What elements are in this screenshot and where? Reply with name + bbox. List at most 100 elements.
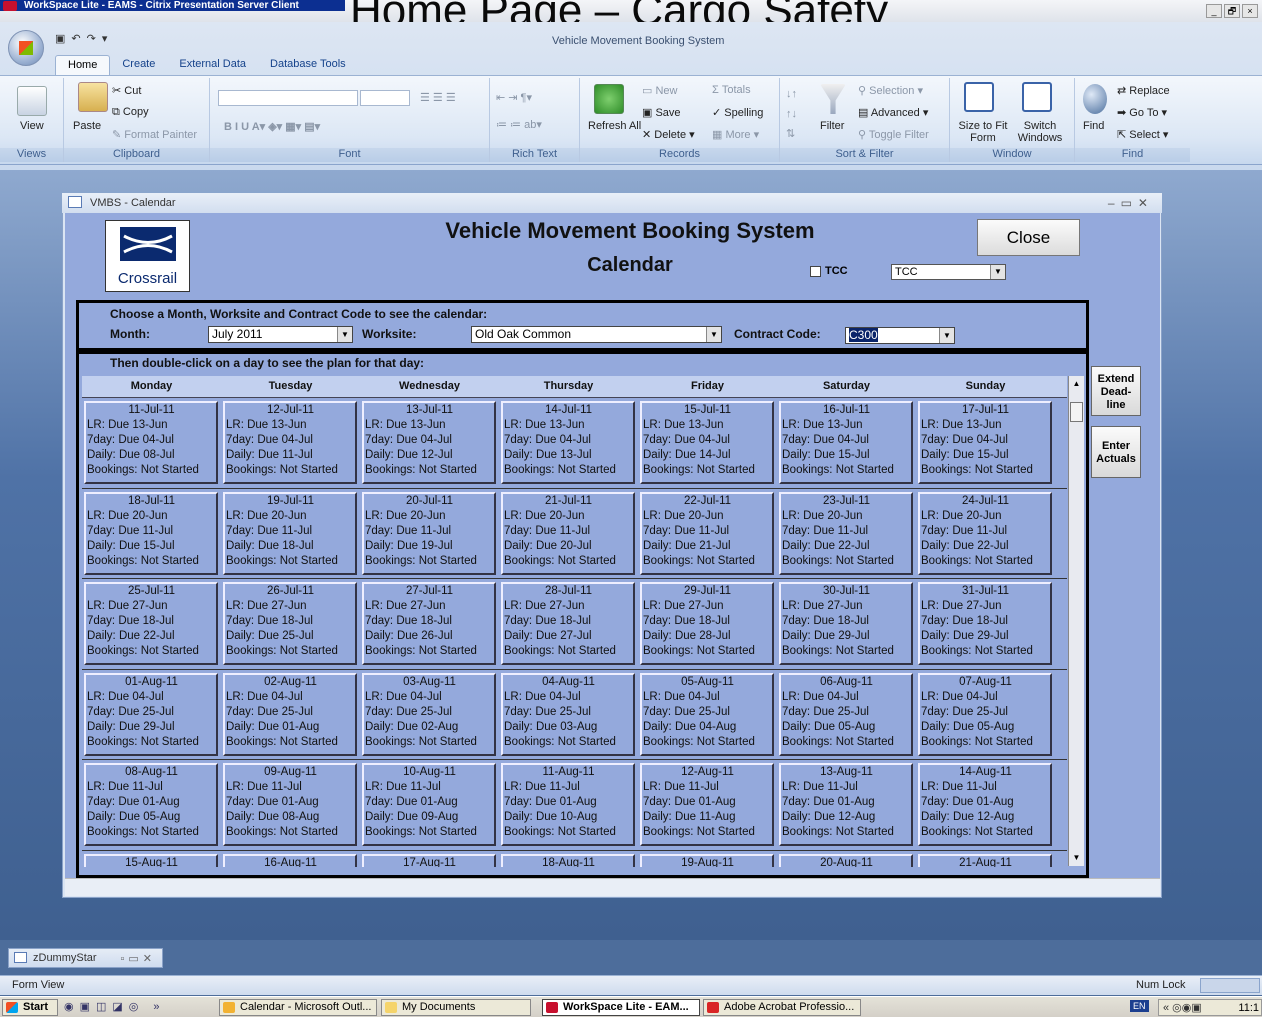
format-painter-button[interactable]: ✎ Format Painter: [112, 128, 197, 141]
save-icon[interactable]: ▣: [55, 32, 65, 50]
minimize-button[interactable]: _: [1206, 4, 1222, 18]
scroll-thumb[interactable]: [1070, 402, 1083, 422]
calendar-day-cell[interactable]: 01-Aug-11 LR: Due 04-Jul 7day: Due 25-Jul D…: [84, 673, 218, 756]
calendar-day-cell[interactable]: 20-Aug-11: [779, 854, 913, 867]
goto-button[interactable]: ➡ Go To ▾: [1117, 106, 1167, 119]
calendar-day-cell[interactable]: 03-Aug-11 LR: Due 04-Jul 7day: Due 25-Jul D…: [362, 673, 496, 756]
tab-database-tools[interactable]: Database Tools: [258, 55, 358, 75]
zdummystar-window[interactable]: zDummyStar ▫▭✕: [8, 948, 163, 968]
calendar-day-cell[interactable]: 12-Jul-11 LR: Due 13-Jun 7day: Due 04-Jul D…: [223, 401, 357, 484]
calendar-day-cell[interactable]: 24-Jul-11 LR: Due 20-Jun 7day: Due 11-Jul D…: [918, 492, 1052, 575]
enter-actuals-button[interactable]: Enter Actuals: [1091, 426, 1141, 478]
tcc-checkbox[interactable]: TCC: [810, 265, 848, 277]
tab-create[interactable]: Create: [110, 55, 167, 75]
more-button[interactable]: ▦ More ▾: [712, 128, 759, 141]
calendar-day-cell[interactable]: 13-Aug-11 LR: Due 11-Jul 7day: Due 01-Aug D…: [779, 763, 913, 846]
chevron-down-icon[interactable]: ▼: [706, 327, 721, 342]
calendar-day-cell[interactable]: 29-Jul-11 LR: Due 27-Jun 7day: Due 18-Jul D…: [640, 582, 774, 665]
calendar-day-cell[interactable]: 21-Jul-11 LR: Due 20-Jun 7day: Due 11-Jul D…: [501, 492, 635, 575]
find-button[interactable]: Find: [1083, 120, 1104, 132]
month-select[interactable]: July 2011 ▼: [208, 326, 353, 343]
worksite-select[interactable]: Old Oak Common ▼: [471, 326, 722, 343]
calendar-day-cell[interactable]: 18-Jul-11 LR: Due 20-Jun 7day: Due 11-Jul D…: [84, 492, 218, 575]
new-record-button[interactable]: ▭ New: [642, 84, 677, 97]
align-icons[interactable]: ☰ ☰ ☰: [420, 91, 456, 104]
office-button[interactable]: [8, 30, 44, 66]
calendar-day-cell[interactable]: 28-Jul-11 LR: Due 27-Jun 7day: Due 18-Jul D…: [501, 582, 635, 665]
mini-window-controls[interactable]: ▫▭✕: [120, 952, 156, 965]
calendar-day-cell[interactable]: 30-Jul-11 LR: Due 27-Jun 7day: Due 18-Jul D…: [779, 582, 913, 665]
calendar-day-cell[interactable]: 04-Aug-11 LR: Due 04-Jul 7day: Due 25-Jul D…: [501, 673, 635, 756]
tab-external-data[interactable]: External Data: [167, 55, 258, 75]
paste-button[interactable]: Paste: [73, 120, 101, 132]
sort-icons[interactable]: ↓↑ ↑↓ ⇅: [786, 84, 797, 144]
calendar-day-cell[interactable]: 14-Aug-11 LR: Due 11-Jul 7day: Due 01-Aug D…: [918, 763, 1052, 846]
calendar-day-cell[interactable]: 16-Aug-11: [223, 854, 357, 867]
close-window-button[interactable]: ×: [1242, 4, 1258, 18]
tab-home[interactable]: Home: [55, 55, 111, 75]
redo-icon[interactable]: ↷: [87, 32, 96, 50]
scroll-down-icon[interactable]: ▼: [1069, 850, 1084, 866]
calendar-day-cell[interactable]: 05-Aug-11 LR: Due 04-Jul 7day: Due 25-Jul D…: [640, 673, 774, 756]
calendar-day-cell[interactable]: 16-Jul-11 LR: Due 13-Jun 7day: Due 04-Jul D…: [779, 401, 913, 484]
font-name-select[interactable]: [218, 90, 358, 106]
indent-icons[interactable]: ⇤ ⇥ ¶▾: [496, 91, 532, 104]
calendar-day-cell[interactable]: 17-Jul-11 LR: Due 13-Jun 7day: Due 04-Jul D…: [918, 401, 1052, 484]
calendar-day-cell[interactable]: 26-Jul-11 LR: Due 27-Jun 7day: Due 18-Jul D…: [223, 582, 357, 665]
save-record-button[interactable]: ▣ Save: [642, 106, 681, 119]
chevron-down-icon[interactable]: ▼: [337, 327, 352, 342]
view-switcher-icons[interactable]: [1200, 978, 1260, 993]
size-to-fit-button[interactable]: Size to Fit Form: [958, 120, 1008, 144]
undo-icon[interactable]: ↶: [71, 32, 80, 50]
calendar-day-cell[interactable]: 14-Jul-11 LR: Due 13-Jun 7day: Due 04-Jul D…: [501, 401, 635, 484]
calendar-day-cell[interactable]: 18-Aug-11: [501, 854, 635, 867]
restore-button[interactable]: 🗗: [1224, 4, 1240, 18]
calendar-day-cell[interactable]: 06-Aug-11 LR: Due 04-Jul 7day: Due 25-Jul D…: [779, 673, 913, 756]
calendar-day-cell[interactable]: 23-Jul-11 LR: Due 20-Jun 7day: Due 11-Jul D…: [779, 492, 913, 575]
calendar-day-cell[interactable]: 15-Aug-11: [84, 854, 218, 867]
form-window-controls[interactable]: –▭✕: [1108, 196, 1154, 210]
taskbar-item-acrobat[interactable]: Adobe Acrobat Professio...: [703, 999, 861, 1016]
font-size-select[interactable]: [360, 90, 410, 106]
calendar-day-cell[interactable]: 11-Jul-11 LR: Due 13-Jun 7day: Due 04-Jul D…: [84, 401, 218, 484]
replace-button[interactable]: ⇄ Replace: [1117, 84, 1170, 97]
calendar-day-cell[interactable]: 17-Aug-11: [362, 854, 496, 867]
calendar-day-cell[interactable]: 19-Aug-11: [640, 854, 774, 867]
calendar-day-cell[interactable]: 25-Jul-11 LR: Due 27-Jun 7day: Due 18-Jul D…: [84, 582, 218, 665]
select-button[interactable]: ⇱ Select ▾: [1117, 128, 1168, 141]
copy-button[interactable]: ⧉ Copy: [112, 106, 149, 119]
close-button[interactable]: Close: [977, 219, 1080, 256]
calendar-day-cell[interactable]: 13-Jul-11 LR: Due 13-Jun 7day: Due 04-Jul D…: [362, 401, 496, 484]
refresh-all-button[interactable]: Refresh All: [588, 120, 641, 132]
contract-code-select[interactable]: C300 ▼: [845, 327, 955, 344]
taskbar-item-my-documents[interactable]: My Documents: [381, 999, 531, 1016]
start-button[interactable]: Start: [2, 999, 58, 1016]
calendar-day-cell[interactable]: 07-Aug-11 LR: Due 04-Jul 7day: Due 25-Jul D…: [918, 673, 1052, 756]
selection-button[interactable]: ⚲ Selection ▾: [858, 84, 923, 97]
calendar-day-cell[interactable]: 21-Aug-11: [918, 854, 1052, 867]
spelling-button[interactable]: ✓ Spelling: [712, 106, 763, 119]
calendar-day-cell[interactable]: 09-Aug-11 LR: Due 11-Jul 7day: Due 01-Aug D…: [223, 763, 357, 846]
calendar-day-cell[interactable]: 20-Jul-11 LR: Due 20-Jun 7day: Due 11-Jul D…: [362, 492, 496, 575]
calendar-day-cell[interactable]: 19-Jul-11 LR: Due 20-Jun 7day: Due 11-Jul D…: [223, 492, 357, 575]
toggle-filter-button[interactable]: ⚲ Toggle Filter: [858, 128, 929, 141]
calendar-day-cell[interactable]: 31-Jul-11 LR: Due 27-Jun 7day: Due 18-Jul D…: [918, 582, 1052, 665]
calendar-day-cell[interactable]: 27-Jul-11 LR: Due 27-Jun 7day: Due 18-Jul D…: [362, 582, 496, 665]
filter-button[interactable]: Filter: [820, 120, 844, 132]
extend-deadline-button[interactable]: Extend Dead-line: [1091, 366, 1141, 416]
quick-launch-icons[interactable]: ◉▣◫◪◎ »: [64, 1000, 166, 1013]
calendar-day-cell[interactable]: 11-Aug-11 LR: Due 11-Jul 7day: Due 01-Aug D…: [501, 763, 635, 846]
cut-button[interactable]: ✂ Cut: [112, 84, 141, 97]
delete-record-button[interactable]: ✕ Delete ▾: [642, 128, 695, 141]
totals-button[interactable]: Σ Totals: [712, 84, 751, 96]
calendar-scrollbar[interactable]: ▲ ▼: [1068, 376, 1084, 866]
tray-icons[interactable]: « ◎◉▣: [1163, 1001, 1202, 1014]
list-icons[interactable]: ≔ ≔ ab▾: [496, 118, 542, 131]
view-button[interactable]: View: [20, 120, 44, 132]
chevron-down-icon[interactable]: ▼: [990, 265, 1005, 279]
language-indicator[interactable]: EN: [1130, 1000, 1149, 1012]
calendar-day-cell[interactable]: 08-Aug-11 LR: Due 11-Jul 7day: Due 01-Aug D…: [84, 763, 218, 846]
switch-windows-button[interactable]: Switch Windows: [1012, 120, 1068, 144]
customize-icon[interactable]: ▾: [102, 32, 108, 50]
calendar-day-cell[interactable]: 12-Aug-11 LR: Due 11-Jul 7day: Due 01-Aug D…: [640, 763, 774, 846]
